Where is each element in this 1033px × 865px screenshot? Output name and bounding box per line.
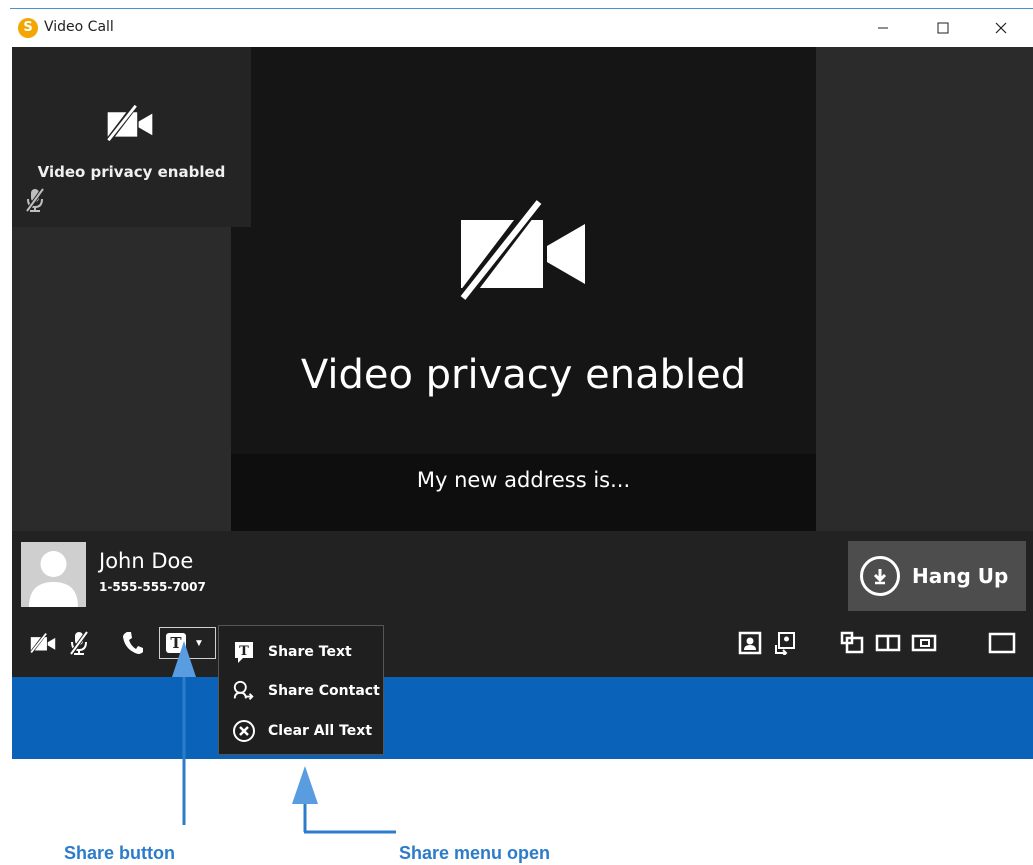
share-menu-arrowhead (292, 766, 318, 804)
share-menu-callout: Share menu open (399, 843, 551, 863)
share-button-arrowhead (172, 641, 196, 677)
callout-arrows (172, 641, 396, 834)
share-button-callout: Share button (64, 843, 175, 863)
